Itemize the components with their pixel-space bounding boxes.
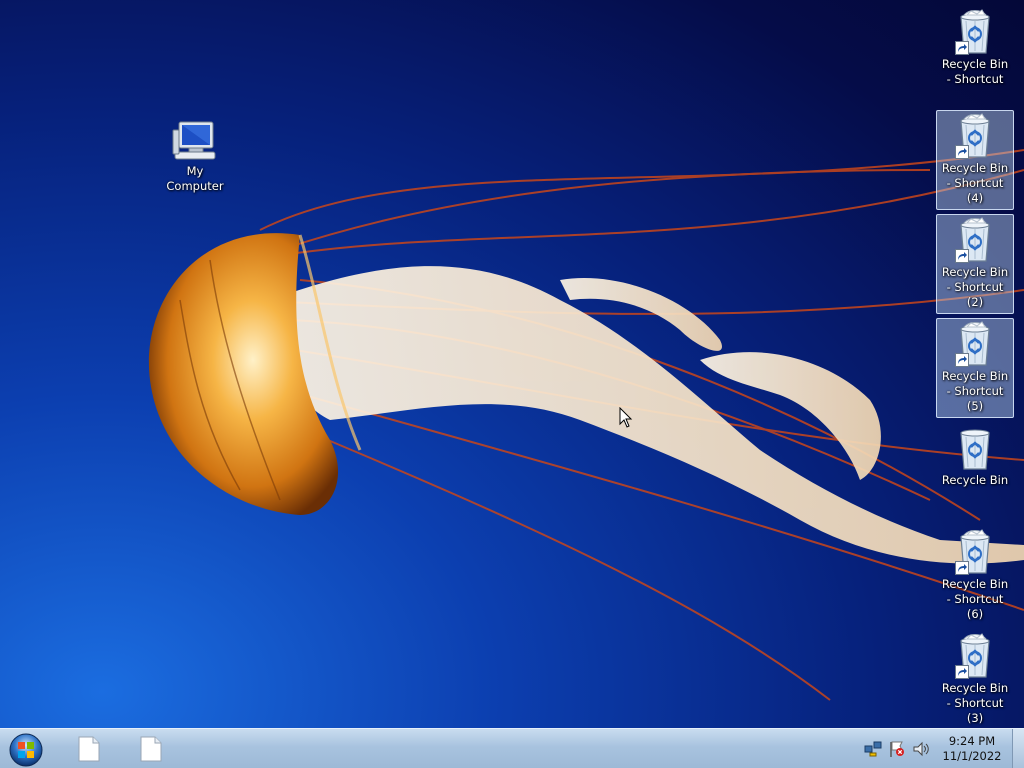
windows-orb-icon xyxy=(9,733,43,767)
desktop-icon-label: Recycle Bin - Shortcut (3) xyxy=(941,681,1009,725)
network-icon[interactable] xyxy=(864,740,882,758)
clock-time: 9:24 PM xyxy=(948,734,996,748)
desktop-icon-recycle-bin-shortcut-2[interactable]: Recycle Bin - Shortcut (2) xyxy=(936,214,1014,314)
desktop-icon-label: Recycle Bin - Shortcut xyxy=(941,57,1009,86)
desktop-icon-recycle-bin-shortcut-6[interactable]: Recycle Bin - Shortcut (6) xyxy=(936,526,1014,626)
shortcut-arrow-icon xyxy=(955,353,969,367)
desktop-icon-label: Recycle Bin - Shortcut (5) xyxy=(941,369,1009,413)
shortcut-arrow-icon xyxy=(955,561,969,575)
show-desktop-button[interactable] xyxy=(1012,729,1024,768)
desktop-icon-recycle-bin-shortcut-3[interactable]: Recycle Bin - Shortcut (3) xyxy=(936,630,1014,730)
system-tray: 9:24 PM 11/1/2022 xyxy=(864,729,1008,768)
jellyfish-illustration xyxy=(148,149,1024,701)
desktop-icon-label: My Computer xyxy=(166,164,224,193)
desktop-icon-label: Recycle Bin - Shortcut (6) xyxy=(941,577,1009,621)
action-center-flag-icon[interactable] xyxy=(888,740,906,758)
taskbar: 9:24 PM 11/1/2022 xyxy=(0,728,1024,768)
desktop-icon-recycle-bin-shortcut-4[interactable]: Recycle Bin - Shortcut (4) xyxy=(936,110,1014,210)
clock[interactable]: 9:24 PM 11/1/2022 xyxy=(936,734,1008,764)
desktop-icon-my-computer[interactable]: My Computer xyxy=(156,113,234,198)
clock-date: 11/1/2022 xyxy=(942,749,1002,763)
desktop-icon-recycle-bin-shortcut-5[interactable]: Recycle Bin - Shortcut (5) xyxy=(936,318,1014,418)
computer-icon xyxy=(172,121,216,160)
taskbar-button-document-2[interactable] xyxy=(124,732,178,766)
blank-document-icon xyxy=(78,736,100,762)
desktop-icon-label: Recycle Bin xyxy=(941,473,1009,487)
shortcut-arrow-icon xyxy=(955,41,969,55)
shortcut-arrow-icon xyxy=(955,249,969,263)
shortcut-arrow-icon xyxy=(955,145,969,159)
desktop-icon-label: Recycle Bin - Shortcut (2) xyxy=(941,265,1009,309)
recycle-bin-icon xyxy=(960,429,990,470)
mouse-cursor-icon xyxy=(619,407,633,428)
shortcut-arrow-icon xyxy=(955,665,969,679)
blank-document-icon xyxy=(140,736,162,762)
desktop-icon-recycle-bin[interactable]: Recycle Bin xyxy=(936,422,1014,492)
desktop-wallpaper xyxy=(0,0,1024,728)
volume-icon[interactable] xyxy=(912,740,930,758)
start-button[interactable] xyxy=(6,731,46,767)
taskbar-button-document-1[interactable] xyxy=(62,732,116,766)
desktop-icon-recycle-bin-shortcut[interactable]: Recycle Bin - Shortcut xyxy=(936,6,1014,91)
desktop-icon-label: Recycle Bin - Shortcut (4) xyxy=(941,161,1009,205)
